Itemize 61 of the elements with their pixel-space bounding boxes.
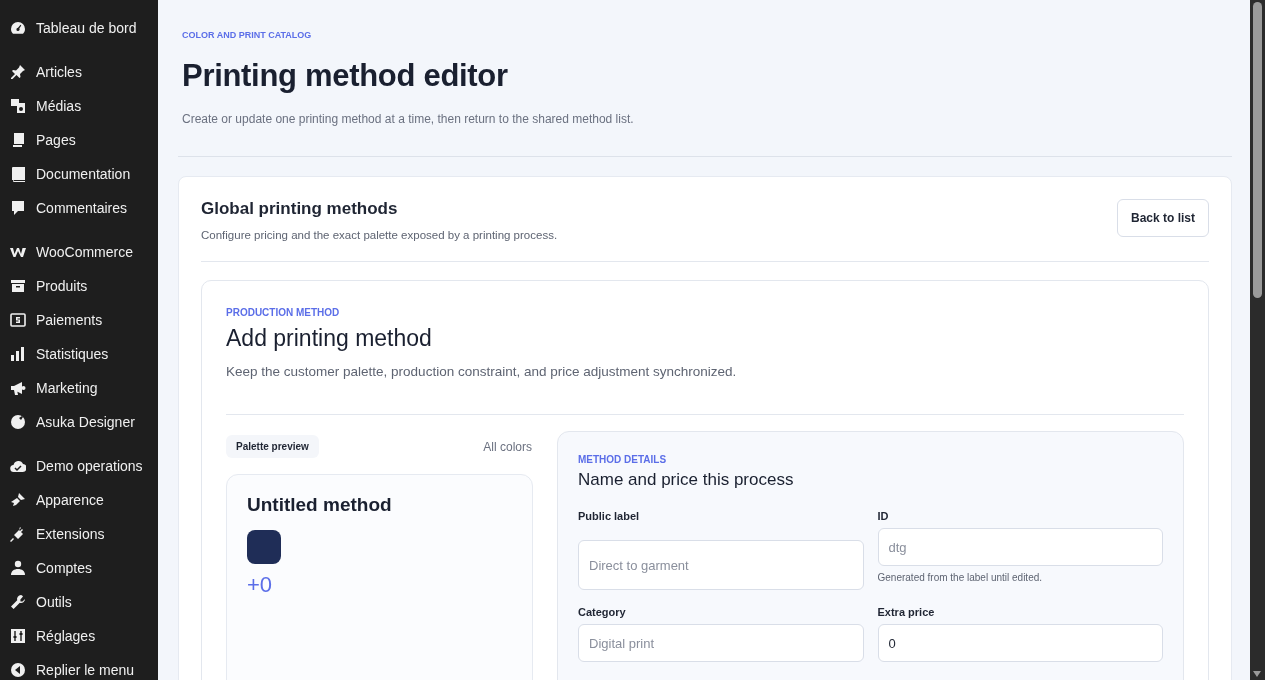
card-description: Configure pricing and the exact palette exposed by a printing process. <box>201 229 558 241</box>
scrollbar[interactable] <box>1250 0 1265 680</box>
method-name: Untitled method <box>247 494 393 516</box>
person-icon <box>10 560 26 576</box>
palette-preview-tag: Palette preview <box>226 435 319 458</box>
sidebar-item[interactable]: Demo operations <box>0 449 158 483</box>
dollar-icon <box>10 312 26 328</box>
card-title: Global printing methods <box>201 199 399 219</box>
help-text: Generated from the label until edited. <box>877 572 1044 583</box>
sidebar-item[interactable]: Articles <box>0 55 158 89</box>
field-label: Public label <box>578 510 641 522</box>
page-title: Printing method editor <box>182 58 509 94</box>
sidebar-item[interactable]: Paiements <box>0 303 158 337</box>
archive-box-icon <box>10 278 26 294</box>
field-label: ID <box>877 510 890 522</box>
sidebar-item[interactable]: Documentation <box>0 157 158 191</box>
sidebar-item[interactable]: Réglages <box>0 619 158 653</box>
section-title: Add printing method <box>226 325 433 352</box>
wrench-icon <box>10 594 26 610</box>
sidebar-item[interactable]: Extensions <box>0 517 158 551</box>
details-eyebrow: METHOD DETAILS <box>578 454 668 465</box>
field-label: Extra price <box>877 606 936 618</box>
text-field[interactable]: Direct to garment <box>578 540 864 590</box>
megaphone-icon <box>10 380 26 396</box>
sidebar-item[interactable]: Apparence <box>0 483 158 517</box>
text-field[interactable]: 0 <box>877 624 1163 662</box>
book-icon <box>10 166 26 182</box>
plug-icon <box>10 526 26 542</box>
sidebar-item[interactable]: Comptes <box>0 551 158 585</box>
eyebrow-text: COLOR AND PRINT CATALOG <box>182 30 313 40</box>
sidebar-item[interactable]: WooCommerce <box>0 235 158 269</box>
pin-icon <box>10 64 26 80</box>
back-button[interactable]: Back to list <box>1116 199 1209 237</box>
section-description: Keep the customer palette, production constraint, and price adjustment synchronized. <box>226 364 738 379</box>
brush-icon <box>10 492 26 508</box>
sidebar-item[interactable]: Statistiques <box>0 337 158 371</box>
gauge-icon <box>10 20 26 36</box>
cloud-icon <box>10 458 26 474</box>
text-field[interactable]: Digital print <box>578 624 864 662</box>
details-title: Name and price this process <box>578 470 795 490</box>
sidebar-item[interactable]: Produits <box>0 269 158 303</box>
sidebar-item[interactable]: Tableau de bord <box>0 11 158 45</box>
price-text: +0 <box>247 572 274 598</box>
media-icon <box>10 98 26 114</box>
bar-chart-icon <box>10 346 26 362</box>
text-field[interactable]: dtg <box>877 528 1163 566</box>
filter-link[interactable]: All colors <box>483 439 532 454</box>
sidebar-item[interactable]: Pages <box>0 123 158 157</box>
round-icon <box>10 414 26 430</box>
sliders-icon <box>10 628 26 644</box>
sidebar-item[interactable]: Médias <box>0 89 158 123</box>
sidebar-item[interactable]: Outils <box>0 585 158 619</box>
sidebar-item[interactable]: Replier le menu <box>0 653 158 680</box>
sidebar-item[interactable]: Marketing <box>0 371 158 405</box>
speech-bubble-icon <box>10 200 26 216</box>
section-eyebrow: PRODUCTION METHOD <box>226 307 341 318</box>
sidebar-item[interactable]: Asuka Designer <box>0 405 158 439</box>
field-label: Category <box>578 606 627 618</box>
page-subtitle: Create or update one printing method at a time, then return to the shared method list. <box>182 112 635 126</box>
sidebar-item[interactable]: Commentaires <box>0 191 158 225</box>
pages-icon <box>10 132 26 148</box>
